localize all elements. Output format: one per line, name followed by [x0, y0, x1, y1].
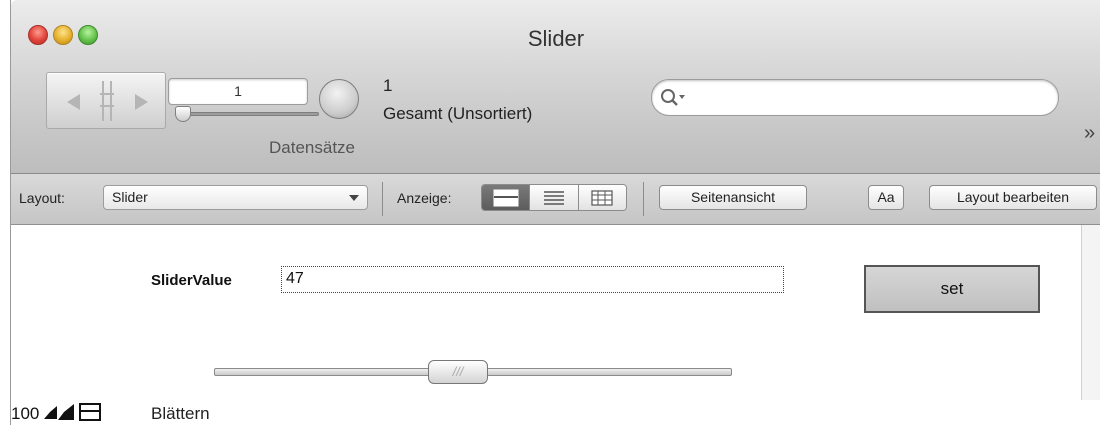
- records-caption: Datensätze: [269, 138, 355, 157]
- slider-value-label: SliderValue: [151, 272, 232, 289]
- zoom-out-icon[interactable]: [44, 406, 57, 419]
- current-record-input[interactable]: 1: [168, 78, 308, 105]
- toolbar-divider: [643, 182, 644, 216]
- window-title: Slider: [527, 26, 585, 51]
- mode-label: Blättern: [151, 404, 210, 423]
- list-view-button[interactable]: [530, 185, 579, 210]
- status-toolbar-toggle-icon[interactable]: [79, 403, 101, 421]
- title-and-toolbar: Slider 1 1 Gesamt (Unsortiert) Datensätz…: [11, 0, 1100, 174]
- record-slider-knob[interactable]: [175, 106, 191, 122]
- slider-value-field[interactable]: 47: [281, 266, 784, 293]
- record-navigation-book[interactable]: [46, 72, 166, 129]
- record-state: Gesamt (Unsortiert): [383, 104, 533, 123]
- toolbar-divider: [382, 182, 383, 216]
- status-bar: 100 Blättern: [11, 400, 1100, 425]
- view-mode-segmented[interactable]: [481, 184, 627, 211]
- value-slider-knob[interactable]: ///: [428, 360, 488, 384]
- edit-layout-button[interactable]: Layout bearbeiten: [929, 185, 1097, 210]
- record-total: 1: [383, 76, 393, 95]
- previous-record-icon[interactable]: [67, 94, 80, 110]
- table-view-icon: [591, 189, 613, 206]
- form-view-button[interactable]: [482, 185, 531, 210]
- found-set-pie-icon[interactable]: [319, 79, 359, 119]
- table-view-button[interactable]: [578, 185, 626, 210]
- format-text-button[interactable]: Aa: [868, 185, 904, 210]
- record-slider-track[interactable]: [179, 112, 319, 116]
- set-button[interactable]: set: [864, 265, 1040, 313]
- zoom-level[interactable]: 100: [11, 404, 39, 424]
- book-spine-icon: [100, 81, 114, 121]
- zoom-in-icon[interactable]: [58, 404, 74, 420]
- layout-select[interactable]: Slider: [103, 185, 368, 210]
- quick-find-input[interactable]: [651, 79, 1059, 116]
- layout-bar: Layout: Slider Anzeige: Seitenansicht Aa…: [11, 174, 1100, 225]
- preview-button[interactable]: Seitenansicht: [659, 185, 807, 210]
- layout-select-value: Slider: [112, 189, 148, 205]
- form-view-icon: [493, 189, 519, 206]
- view-label: Anzeige:: [397, 190, 452, 206]
- layout-label: Layout:: [19, 190, 65, 206]
- toolbar-overflow-icon[interactable]: »: [1084, 122, 1095, 145]
- app-window: Slider 1 1 Gesamt (Unsortiert) Datensätz…: [10, 0, 1100, 425]
- search-icon[interactable]: [660, 87, 690, 109]
- chevron-down-icon: [349, 195, 359, 201]
- next-record-icon[interactable]: [135, 94, 148, 110]
- vertical-scrollbar[interactable]: [1081, 225, 1100, 400]
- list-view-icon: [543, 190, 564, 205]
